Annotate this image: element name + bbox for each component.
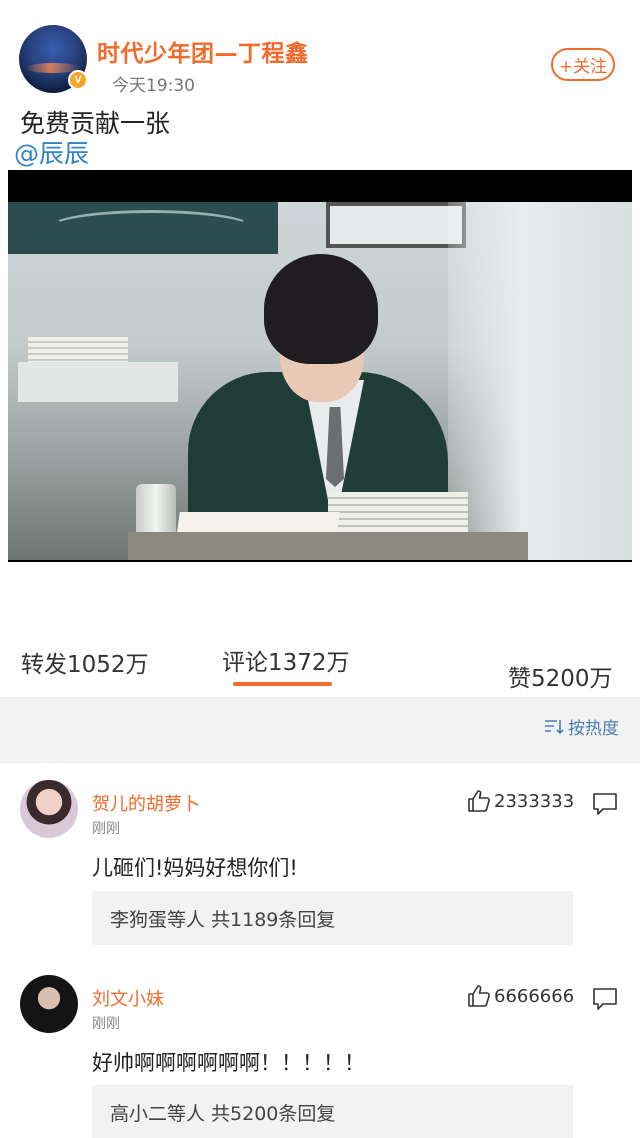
author-name[interactable]: 时代少年团—丁程鑫: [97, 34, 309, 68]
comments-tab[interactable]: 评论1372万: [222, 643, 350, 677]
comment-item: 刘文小妹 刚刚 6666666 好帅啊啊啊啊啊啊！！！！！ 高小二等人 共520…: [0, 958, 640, 1138]
reply-summary[interactable]: 高小二等人 共5200条回复: [92, 1085, 573, 1138]
student-hair: [264, 254, 378, 364]
sort-icon: [545, 719, 564, 734]
curtain: [448, 202, 632, 560]
video-frame-image: [8, 202, 632, 560]
like-count: 2333333: [494, 790, 575, 812]
classroom-window: [326, 202, 466, 248]
sort-button[interactable]: 按热度: [544, 714, 619, 739]
post-header: V 时代少年团—丁程鑫 今天19:30 +关注: [0, 0, 640, 100]
like-button[interactable]: 2333333: [466, 788, 574, 814]
commenter-avatar[interactable]: [20, 780, 78, 838]
verified-badge-icon: V: [68, 70, 88, 90]
sort-bar: 按热度: [0, 697, 640, 763]
comment-time: 刚刚: [92, 1016, 120, 1032]
reply-summary[interactable]: 李狗蛋等人 共1189条回复: [92, 891, 573, 945]
like-count: 6666666: [494, 985, 575, 1007]
repost-tab[interactable]: 转发1052万: [21, 645, 149, 679]
sort-label: 按热度: [568, 719, 619, 739]
likes-tab[interactable]: 赞5200万: [508, 659, 613, 693]
comment-text: 儿砸们!妈妈好想你们!: [92, 856, 298, 880]
thumbs-up-icon: [468, 790, 490, 812]
desk-edge: [128, 532, 528, 560]
comment-item: 贺儿的胡萝卜 刚刚 2333333 儿砸们!妈妈好想你们! 李狗蛋等人 共118…: [0, 763, 640, 958]
mention-link[interactable]: @辰辰: [14, 134, 89, 170]
like-button[interactable]: 6666666: [466, 983, 574, 1009]
stats-bar: 转发1052万 评论1372万 赞5200万: [0, 625, 640, 697]
commenter-avatar[interactable]: [20, 975, 78, 1033]
comment-text: 好帅啊啊啊啊啊啊！！！！！: [92, 1051, 365, 1075]
follow-button[interactable]: +关注: [551, 48, 615, 81]
desk: [18, 362, 178, 402]
thumbs-up-icon: [468, 985, 490, 1007]
reply-icon[interactable]: [591, 791, 619, 817]
comment-time: 刚刚: [92, 821, 120, 837]
post-video[interactable]: [8, 170, 632, 562]
chalkboard: [8, 202, 278, 254]
commenter-name[interactable]: 贺儿的胡萝卜: [92, 790, 200, 816]
active-tab-indicator: [233, 682, 332, 686]
reply-icon[interactable]: [591, 986, 619, 1012]
commenter-name[interactable]: 刘文小妹: [92, 985, 164, 1011]
post-time: 今天19:30: [112, 76, 195, 96]
